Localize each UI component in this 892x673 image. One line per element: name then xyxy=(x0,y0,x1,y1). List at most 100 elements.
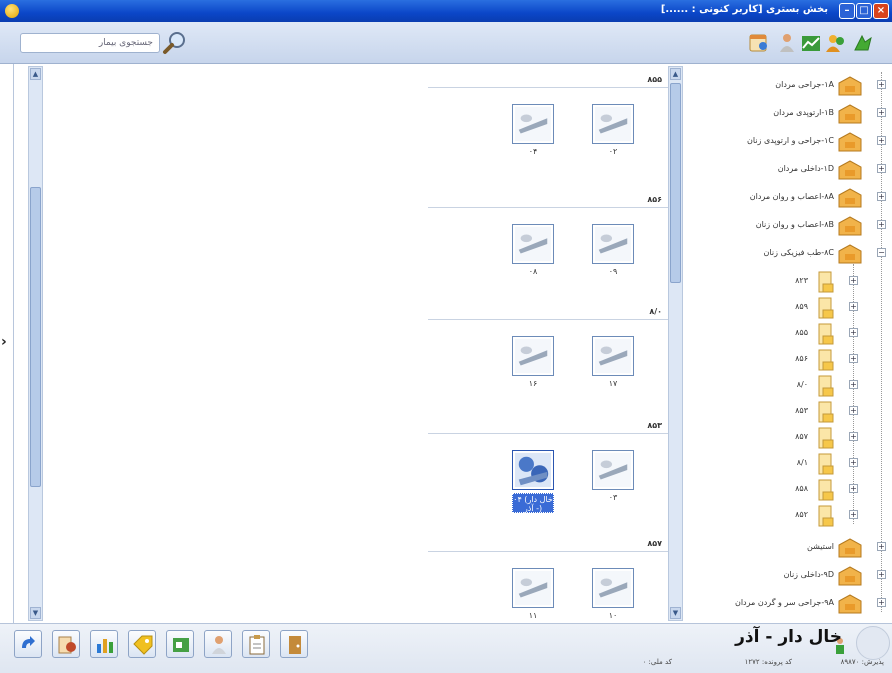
discharge-button[interactable] xyxy=(280,630,308,658)
lab-results-button[interactable] xyxy=(166,630,194,658)
expand-icon[interactable]: + xyxy=(849,406,858,415)
bed-label: ۱۱ xyxy=(528,611,538,620)
tree-section-expanded[interactable]: − ۸C-طب فیزیکی زنان xyxy=(685,240,892,268)
tree-room[interactable]: + ۸۵۸ xyxy=(685,476,892,504)
beds-scrollbar[interactable]: ▲ ▼ xyxy=(668,66,683,621)
patient-file-button[interactable] xyxy=(52,630,80,658)
calendar-person-icon[interactable] xyxy=(748,32,770,54)
bed-icon xyxy=(512,568,554,608)
bed-item[interactable]: ۰۹ xyxy=(592,224,634,298)
title-bar: بخش بستری [کاربر کنونی : ......] – □ × xyxy=(0,0,892,22)
bed-item[interactable]: ۰۳ xyxy=(592,450,634,524)
collapse-icon[interactable]: − xyxy=(877,248,886,257)
tree-room[interactable]: + ۸۲۳ xyxy=(685,268,892,296)
tree-section[interactable]: + ۹D-داخلی زنان xyxy=(685,562,892,590)
room-icon xyxy=(818,479,834,501)
bed-item[interactable]: ۰۴ xyxy=(512,104,554,178)
lab-icon xyxy=(173,638,189,652)
tree-room[interactable]: + ۸۵۳ xyxy=(685,398,892,426)
report-button[interactable] xyxy=(90,630,118,658)
tree-section-label: ۸B-اعصاب و روان زنان xyxy=(755,220,834,229)
person-icon[interactable] xyxy=(776,32,798,54)
expand-icon[interactable]: + xyxy=(877,542,886,551)
tree-room[interactable]: + ۸۵۹ xyxy=(685,294,892,322)
tree-section[interactable]: + ۱B-ارتوپدی مردان xyxy=(685,100,892,128)
bed-item[interactable]: ۱۶ xyxy=(512,336,554,410)
tree-section[interactable]: + ۱D-داخلی مردان xyxy=(685,156,892,184)
bed-label: ۰۲ xyxy=(608,147,618,156)
tree-section[interactable]: + ۱A-جراحی مردان xyxy=(685,72,892,100)
tree-section[interactable]: + استیشن xyxy=(685,534,892,562)
expand-icon[interactable]: + xyxy=(849,432,858,441)
room-label: ۸۵۶ xyxy=(795,354,808,363)
ward-tree: + ۱A-جراحی مردان + ۱B-ارتوپدی مردان + ۱C… xyxy=(685,64,892,623)
scroll-up-icon[interactable]: ▲ xyxy=(670,68,681,80)
expand-icon[interactable]: + xyxy=(877,108,886,117)
expand-icon[interactable]: + xyxy=(849,380,858,389)
expand-icon[interactable]: + xyxy=(877,192,886,201)
scroll-up-icon[interactable]: ▲ xyxy=(30,68,41,80)
expand-icon[interactable]: + xyxy=(877,570,886,579)
expand-icon[interactable]: + xyxy=(849,276,858,285)
clipboard-button[interactable] xyxy=(242,630,270,658)
tree-room[interactable]: + ۸/۰ xyxy=(685,372,892,400)
left-scrollbar[interactable]: ▲ ▼ xyxy=(28,66,43,621)
patient-search-box xyxy=(20,33,160,53)
tree-room[interactable]: + ۸۵۵ xyxy=(685,320,892,348)
maximize-button[interactable]: □ xyxy=(856,3,872,19)
expand-icon[interactable]: + xyxy=(877,598,886,607)
chevron-right-icon[interactable]: › xyxy=(1,334,7,350)
tags-button[interactable] xyxy=(128,630,156,658)
tree-room[interactable]: + ۸۵۶ xyxy=(685,346,892,374)
close-button[interactable]: × xyxy=(873,3,889,19)
toolbar xyxy=(0,22,892,64)
bed-item[interactable]: ۱۰ xyxy=(592,568,634,623)
expand-icon[interactable]: + xyxy=(877,220,886,229)
room-icon xyxy=(818,427,834,449)
bed-item[interactable]: ۱۱ xyxy=(512,568,554,623)
scroll-down-icon[interactable]: ▼ xyxy=(670,607,681,619)
users-icon[interactable] xyxy=(825,32,847,54)
scroll-thumb[interactable] xyxy=(670,83,681,283)
tree-section[interactable]: + ۸B-اعصاب و روان زنان xyxy=(685,212,892,240)
expand-icon[interactable]: + xyxy=(849,484,858,493)
green-arrow-icon[interactable] xyxy=(852,32,874,54)
room-label: ۸/۰ xyxy=(796,380,808,389)
doctor-button[interactable] xyxy=(204,630,232,658)
bed-label: ۰۴ xyxy=(528,147,538,156)
minimize-button[interactable]: – xyxy=(839,3,855,19)
search-icon[interactable] xyxy=(162,30,188,56)
bed-item[interactable]: ۰۸ xyxy=(512,224,554,298)
bed-item[interactable]: ۱۷ xyxy=(592,336,634,410)
patient-search-input[interactable] xyxy=(21,34,159,52)
scroll-down-icon[interactable]: ▼ xyxy=(30,607,41,619)
expand-icon[interactable]: + xyxy=(849,510,858,519)
tree-section[interactable]: + ۱C-جراحی و ارتوپدی زنان xyxy=(685,128,892,156)
expand-icon[interactable]: + xyxy=(877,164,886,173)
tree-section[interactable]: + ۸A-اعصاب و روان مردان xyxy=(685,184,892,212)
occupied-bed-item[interactable]: ۰۴ (خال دار - آذر) xyxy=(512,450,554,524)
room-label: ۸۵۵ xyxy=(795,328,808,337)
expand-icon[interactable]: + xyxy=(849,302,858,311)
scroll-thumb[interactable] xyxy=(30,187,41,487)
tree-room[interactable]: + ۸۵۲ xyxy=(685,502,892,530)
expand-icon[interactable]: + xyxy=(849,354,858,363)
bed-item[interactable]: ۰۲ xyxy=(592,104,634,178)
folder-box-icon xyxy=(838,244,862,264)
tag-icon xyxy=(133,635,153,655)
doctor-icon xyxy=(212,636,226,654)
refresh-button[interactable] xyxy=(14,630,42,658)
expand-icon[interactable]: + xyxy=(849,328,858,337)
expand-icon[interactable]: + xyxy=(877,80,886,89)
folder-box-icon xyxy=(838,132,862,152)
expand-icon[interactable]: + xyxy=(849,458,858,467)
tree-section[interactable]: + ۹A-جراحی سر و گردن مردان xyxy=(685,590,892,618)
tree-room[interactable]: + ۸۵۷ xyxy=(685,424,892,452)
bed-label: ۱۷ xyxy=(608,379,618,388)
tree-room[interactable]: + ۸/۱ xyxy=(685,450,892,478)
window-title: بخش بستری [کاربر کنونی : ......] xyxy=(660,4,828,15)
room-label: ۸۵۹ xyxy=(795,302,808,311)
chart-icon[interactable] xyxy=(800,32,822,54)
expand-icon[interactable]: + xyxy=(877,136,886,145)
room-icon xyxy=(818,297,834,319)
